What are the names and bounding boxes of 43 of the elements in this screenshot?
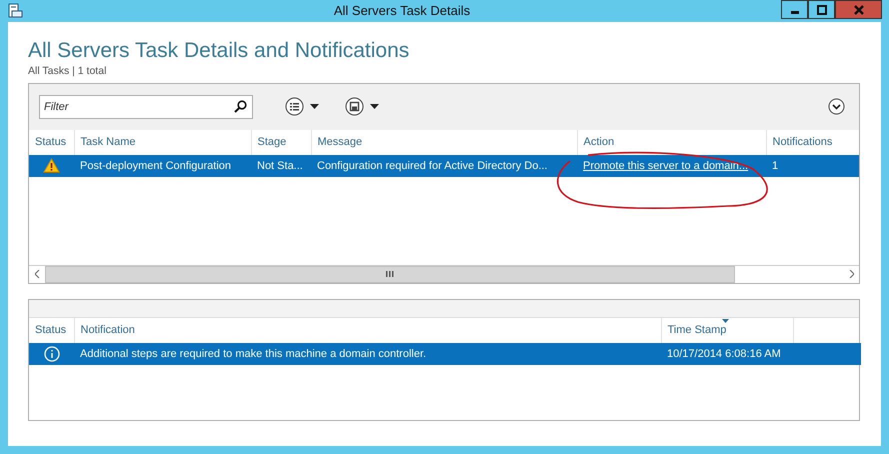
column-header[interactable]: Action (584, 136, 614, 148)
window-title: All Servers Task Details (332, 2, 472, 20)
save-icon (345, 97, 364, 116)
close-button[interactable] (835, 0, 882, 19)
table-cell: Configuration required for Active Directory Do... (317, 160, 548, 172)
scrollbar-thumb[interactable] (45, 266, 735, 283)
filter-field[interactable]: Filter (39, 94, 253, 119)
table-cell: 10/17/2014 6:08:16 AM (667, 348, 781, 360)
search-icon (234, 100, 247, 113)
column-header[interactable]: Task Name (80, 136, 136, 148)
table-row[interactable]: Post-deployment Configuration Not Sta... Configuration required for Active Directory Do... Promote this server to a domain... 1 (29, 154, 859, 177)
column-header[interactable]: Notifications (772, 136, 832, 148)
column-header[interactable]: Message (318, 136, 362, 148)
maximize-button[interactable] (808, 0, 835, 19)
minimize-button[interactable] (781, 0, 808, 19)
app-icon (7, 3, 23, 19)
horizontal-scrollbar[interactable] (29, 264, 859, 283)
expand-button[interactable] (828, 98, 845, 116)
chevron-down-icon (828, 98, 845, 116)
column-header[interactable]: Status (35, 324, 66, 336)
table-cell: Not Sta... (257, 160, 303, 172)
maximize-icon (816, 4, 826, 14)
page-heading: All Servers Task Details and Notifications (28, 38, 410, 64)
table-cell: Post-deployment Configuration (80, 160, 232, 172)
minimize-icon (790, 11, 798, 14)
column-header[interactable]: Time Stamp (668, 324, 726, 336)
table-cell: Additional steps are required to make this machine a domain controller. (80, 348, 426, 360)
table-cell: 1 (772, 160, 778, 172)
warning-icon (43, 158, 60, 174)
column-header[interactable]: Notification (80, 324, 135, 336)
list-view-button[interactable] (285, 97, 319, 116)
scroll-right-icon (848, 270, 854, 278)
caret-icon (370, 104, 379, 110)
column-header[interactable]: Stage (258, 136, 286, 148)
column-header[interactable]: Status (35, 136, 66, 148)
caret-icon (310, 104, 319, 110)
grip-icon (386, 271, 394, 278)
save-query-button[interactable] (345, 97, 379, 116)
task-count-label: All Tasks | 1 total (28, 64, 108, 80)
close-icon (854, 4, 864, 14)
scroll-left-icon (34, 270, 40, 278)
info-icon (44, 346, 60, 362)
list-icon (285, 97, 304, 116)
